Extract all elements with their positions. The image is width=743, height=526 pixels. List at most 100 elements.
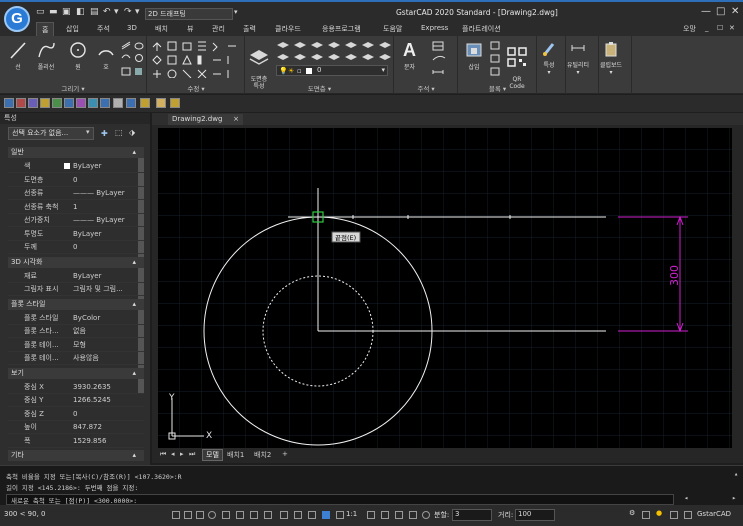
lock-ui-icon[interactable] (409, 511, 417, 519)
tab-insert[interactable]: 삽입 (66, 24, 79, 34)
tab-view[interactable]: 뷰 (187, 24, 193, 34)
polar-toggle-icon[interactable] (208, 511, 216, 519)
user-name[interactable]: 오망 (683, 24, 696, 34)
transparency-toggle-icon[interactable] (280, 511, 288, 519)
collapse-caret-icon[interactable]: ▴ (132, 450, 136, 461)
property-value[interactable]: ——— ByLayer (73, 214, 125, 227)
annotation-scale-icon[interactable] (336, 511, 344, 519)
lineweight-toggle-icon[interactable] (264, 511, 272, 519)
property-row[interactable]: 중심 Z 0 (8, 408, 144, 421)
workspace-switch-icon[interactable] (395, 511, 403, 519)
draw-more-icons[interactable] (120, 40, 144, 78)
workspace-select[interactable]: 2D 드래프팅 (145, 8, 233, 20)
hardware-accel-icon[interactable] (642, 511, 650, 519)
tool-icon-2[interactable] (16, 98, 26, 108)
property-row[interactable]: 선종류 ——— ByLayer (8, 187, 144, 200)
minimize-button[interactable]: — (701, 6, 711, 17)
new-file-icon[interactable]: ▭ (36, 7, 45, 17)
property-value[interactable]: ——— ByLayer (73, 187, 125, 200)
tool-icon-7[interactable] (76, 98, 86, 108)
property-value[interactable]: 없음 (73, 325, 86, 338)
command-scroll-left-icon[interactable]: ◂ (684, 494, 688, 502)
property-row[interactable]: 선가중치 ——— ByLayer (8, 214, 144, 227)
tab-layout[interactable]: 배치 (155, 24, 168, 34)
ribbon-close-icon[interactable]: ✕ (729, 24, 735, 32)
tab-manage[interactable]: 관리 (212, 24, 225, 34)
collapse-caret-icon[interactable]: ▴ (132, 257, 136, 268)
collapse-caret-icon[interactable]: ▴ (132, 299, 136, 310)
property-row[interactable]: 높이 847.872 (8, 421, 144, 434)
property-value[interactable]: ByLayer (73, 160, 101, 173)
clean-screen-icon[interactable] (670, 511, 678, 519)
save-as-icon[interactable]: ◧ (76, 7, 85, 17)
app-logo-icon[interactable]: G (4, 6, 30, 32)
collapse-caret-icon[interactable]: ▴ (132, 147, 136, 158)
property-row[interactable]: 선종류 축척 1 (8, 201, 144, 214)
layout-first-icon[interactable]: ⏮ (160, 450, 166, 459)
selection-dropdown-icon[interactable]: ▾ (86, 128, 90, 136)
insert-block-button[interactable]: 삽입 (465, 40, 483, 71)
layout-prev-icon[interactable]: ◂ (171, 450, 175, 458)
model-space-icon[interactable] (322, 511, 330, 519)
document-tab-close-icon[interactable]: × (233, 114, 239, 125)
add-layout-tab-button[interactable]: + (282, 450, 288, 458)
circle-button[interactable]: 원 (68, 40, 88, 71)
property-row[interactable]: 재료 ByLayer (8, 270, 144, 283)
clipboard-button[interactable]: 클립보드 ▾ (600, 40, 622, 76)
layout-tab-model[interactable]: 모델 (202, 449, 223, 461)
tool-icon-12[interactable] (140, 98, 150, 108)
property-value[interactable]: ByLayer (73, 270, 101, 283)
osnap-toggle-icon[interactable] (222, 511, 230, 519)
tool-icon-4[interactable] (40, 98, 50, 108)
property-row[interactable]: 플롯 테이... 사용않음 (8, 352, 144, 365)
property-value[interactable]: 사용않음 (73, 352, 99, 365)
undo-icon[interactable]: ↶ (103, 7, 111, 17)
layout-tab-2[interactable]: 배치2 (254, 450, 271, 460)
layer-tools-icons[interactable] (276, 40, 391, 62)
property-value[interactable]: 1266.5245 (73, 394, 111, 407)
property-section-header[interactable]: 기타 ▴ (8, 450, 144, 461)
property-row[interactable]: 플롯 테이... 모형 (8, 339, 144, 352)
tool-icon-10[interactable] (113, 98, 123, 108)
layout-last-icon[interactable]: ⏭ (189, 450, 195, 459)
tab-output[interactable]: 출력 (243, 24, 256, 34)
utilities-button[interactable]: 유틸리티 ▾ (567, 40, 589, 76)
tool-icon-5[interactable] (52, 98, 62, 108)
selection-cycle-icon[interactable] (294, 511, 302, 519)
undo-dropdown-icon[interactable]: ▾ (114, 7, 119, 17)
redo-dropdown-icon[interactable]: ▾ (135, 7, 140, 17)
otrack-toggle-icon[interactable] (236, 511, 244, 519)
property-row[interactable]: 색 ByLayer (8, 160, 144, 173)
property-value[interactable]: ByLayer (73, 228, 101, 241)
property-value[interactable]: 1 (73, 201, 77, 214)
text-button[interactable]: A 문자 (403, 40, 416, 71)
line-button[interactable]: 선 (8, 40, 28, 71)
distance-input[interactable]: 100 (515, 509, 555, 521)
property-section-header[interactable]: 3D 시각화 ▴ (8, 256, 144, 268)
property-row[interactable]: 플롯 스타... 없음 (8, 325, 144, 338)
document-tab[interactable]: Drawing2.dwg × (168, 114, 243, 125)
property-value[interactable]: 1529.856 (73, 435, 106, 448)
tab-3d[interactable]: 3D (127, 24, 137, 32)
tool-icon-3[interactable] (28, 98, 38, 108)
tool-icon-8[interactable] (88, 98, 98, 108)
layout-tab-1[interactable]: 배치1 (227, 450, 244, 460)
polyline-button[interactable]: 폴리선 (36, 40, 56, 71)
toggle-pickadd-icon[interactable]: ✚ (101, 129, 108, 138)
tab-help[interactable]: 도움말 (383, 24, 402, 34)
selection-dropdown[interactable]: 선택 요소가 없음... (8, 127, 94, 140)
layer-select[interactable]: 💡 ☀ ▫ 0 ▾ (276, 65, 388, 76)
print-icon[interactable]: ▤ (90, 7, 99, 17)
block-group-label[interactable]: 블록 ▾ (459, 83, 536, 93)
property-row[interactable]: 도면층 0 (8, 174, 144, 187)
open-file-icon[interactable]: ▬ (49, 7, 58, 17)
command-scroll-up-icon[interactable]: ▴ (734, 470, 738, 478)
layout-next-icon[interactable]: ▸ (180, 450, 184, 458)
property-value[interactable]: 847.872 (73, 421, 102, 434)
modify-tools-icons[interactable] (150, 40, 242, 78)
property-row[interactable]: 중심 X 3930.2635 (8, 381, 144, 394)
notification-bulb-icon[interactable]: ● (656, 509, 662, 517)
draw-group-label[interactable]: 그리기 ▾ (0, 83, 146, 93)
drawing-canvas[interactable]: 끝점(E) 300 Y X (158, 128, 732, 448)
block-tools-icons[interactable] (489, 40, 503, 78)
